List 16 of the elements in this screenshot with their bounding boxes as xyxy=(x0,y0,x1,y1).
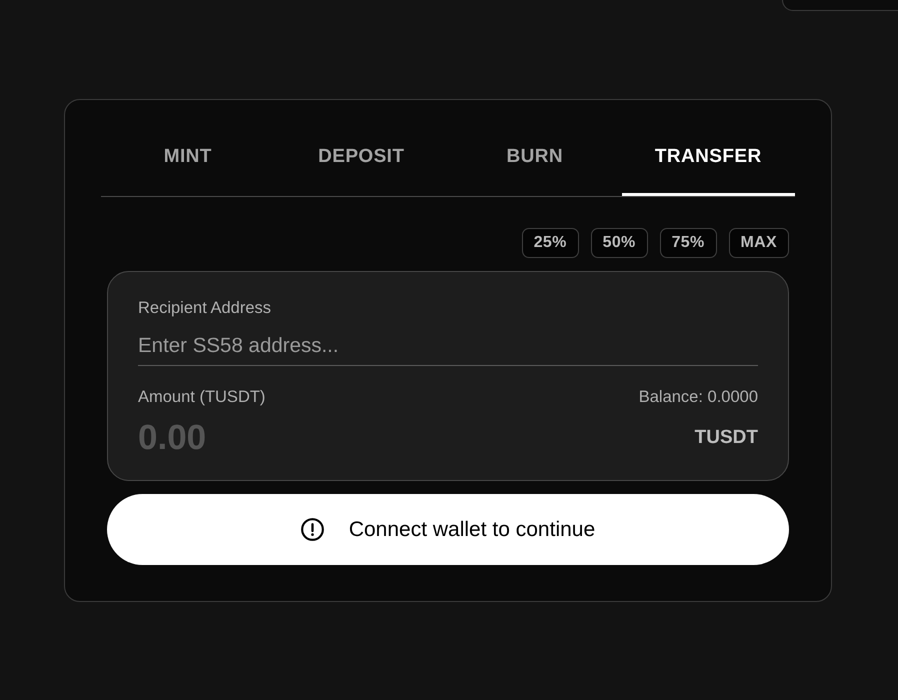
balance-text: Balance: 0.0000 xyxy=(638,387,758,407)
amount-shortcut-button[interactable]: 50% xyxy=(590,228,648,258)
warning-icon xyxy=(300,518,324,541)
token-unit-label: TUSDT xyxy=(694,426,758,450)
connect-wallet-button[interactable]: Connect wallet to continue xyxy=(107,494,789,565)
amount-field[interactable]: 0.00 xyxy=(138,418,338,458)
amount-shortcut-button[interactable]: MAX xyxy=(728,228,789,258)
address-field[interactable]: Enter SS58 address... xyxy=(138,326,758,366)
amount-shortcut-button[interactable]: 25% xyxy=(522,228,579,258)
tab[interactable]: BURN xyxy=(448,119,622,196)
amount-label: Amount (TUSDT) xyxy=(138,387,266,407)
tab[interactable]: TRANSFER xyxy=(622,119,795,196)
amount-shortcut-button[interactable]: 75% xyxy=(660,228,717,258)
tab[interactable]: MINT xyxy=(101,119,274,196)
recipient-address-label: Recipient Address xyxy=(138,298,272,318)
tab[interactable]: DEPOSIT xyxy=(274,119,448,196)
